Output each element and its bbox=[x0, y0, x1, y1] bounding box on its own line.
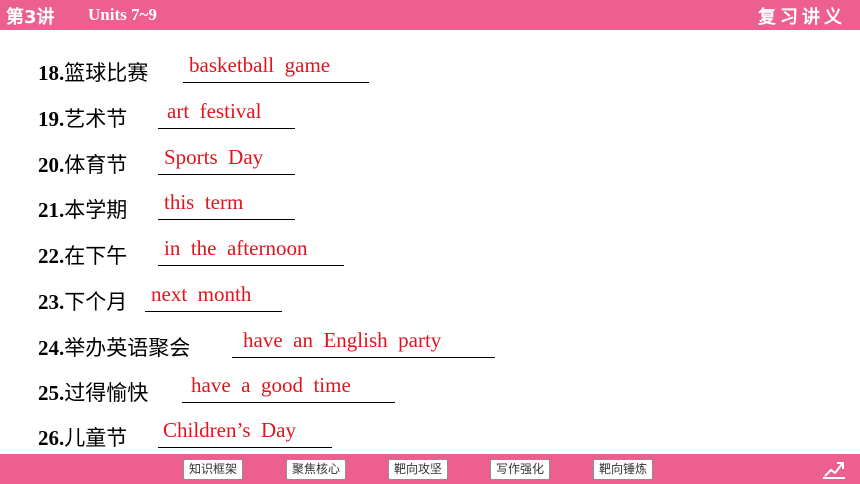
item-number: 22. bbox=[38, 244, 65, 268]
item-answer: Children’s Day bbox=[163, 418, 296, 442]
item-number: 23. bbox=[38, 290, 65, 314]
item-number: 20. bbox=[38, 153, 65, 177]
item-number: 26. bbox=[38, 426, 65, 450]
item-chinese: 在下午 bbox=[64, 244, 128, 268]
item-chinese: 下个月 bbox=[64, 290, 128, 314]
item-chinese: 举办英语聚会 bbox=[64, 336, 191, 360]
lesson-title: 第3讲 bbox=[6, 7, 55, 28]
item-answer: basketball game bbox=[189, 53, 331, 77]
item-answer: have an English party bbox=[243, 328, 442, 352]
item-answer: next month bbox=[151, 282, 252, 306]
answer-line bbox=[158, 128, 295, 129]
item-chinese: 体育节 bbox=[64, 153, 128, 177]
nav-targeted-attack-button[interactable]: 靶向攻坚 bbox=[388, 459, 449, 480]
item-answer: this term bbox=[164, 190, 244, 214]
item-number: 25. bbox=[38, 381, 65, 405]
nav-writing-boost-button[interactable]: 写作强化 bbox=[490, 459, 551, 480]
answer-line bbox=[158, 174, 295, 175]
item-chinese: 艺术节 bbox=[64, 107, 128, 131]
item-chinese: 篮球比赛 bbox=[64, 61, 149, 85]
nav-core-focus-button[interactable]: 聚焦核心 bbox=[286, 459, 347, 480]
item-chinese: 本学期 bbox=[64, 198, 128, 222]
item-chinese: 过得愉快 bbox=[64, 381, 149, 405]
item-number: 21. bbox=[38, 198, 65, 222]
item-number: 19. bbox=[38, 107, 65, 131]
answer-line bbox=[158, 447, 332, 448]
review-title: 复习讲义 bbox=[758, 7, 846, 28]
nav-targeted-drill-button[interactable]: 靶向锤炼 bbox=[593, 459, 654, 480]
item-chinese: 儿童节 bbox=[64, 426, 128, 450]
answer-line bbox=[158, 219, 295, 220]
item-number: 24. bbox=[38, 336, 65, 360]
nav-knowledge-framework-button[interactable]: 知识框架 bbox=[183, 459, 244, 480]
page-return-icon[interactable] bbox=[822, 458, 846, 480]
item-answer: have a good time bbox=[191, 373, 351, 397]
answer-line bbox=[183, 82, 369, 83]
answer-line bbox=[145, 311, 282, 312]
header-bar: 第3讲 Units 7~9 复习讲义 bbox=[0, 0, 860, 30]
item-answer: art festival bbox=[167, 99, 262, 123]
footer-bar: 知识框架 聚焦核心 靶向攻坚 写作强化 靶向锤炼 bbox=[0, 454, 860, 484]
answer-line bbox=[158, 265, 344, 266]
answer-line bbox=[182, 402, 395, 403]
item-answer: Sports Day bbox=[164, 145, 264, 169]
answer-line bbox=[232, 357, 495, 358]
item-answer: in the afternoon bbox=[164, 236, 308, 260]
units-label: Units 7~9 bbox=[88, 5, 157, 24]
item-number: 18. bbox=[38, 61, 65, 85]
